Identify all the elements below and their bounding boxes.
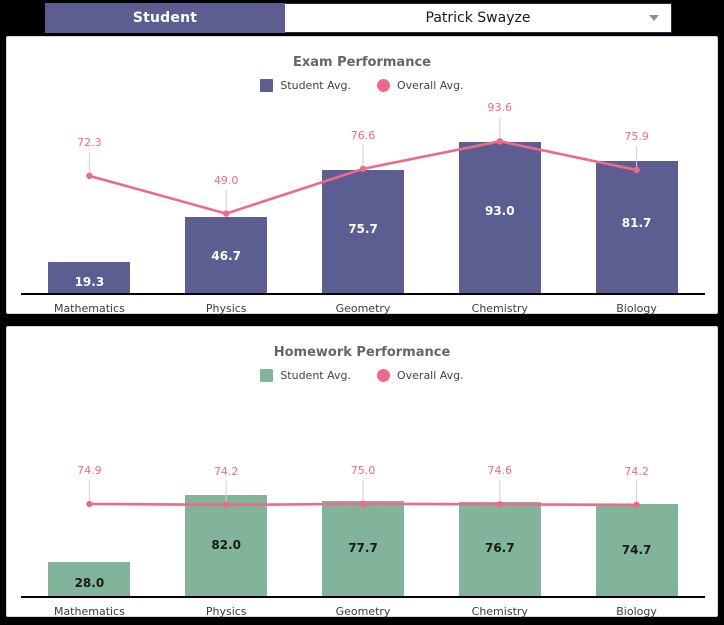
line-value-label: 74.9 [77, 463, 102, 477]
legend-item-student-avg: Student Avg. [260, 369, 351, 382]
exam-plot-area: 19.3 Mathematics 46.7 Physics 75.7 Geometry 93… [21, 101, 705, 315]
exam-chart-legend: Student Avg. Overall Avg. [7, 79, 717, 92]
x-axis-label: Geometry [335, 302, 391, 315]
x-axis-label: Geometry [335, 605, 391, 618]
x-axis-label: Chemistry [471, 302, 528, 315]
line-value-label: 75.9 [624, 129, 649, 143]
exam-chart-title: Exam Performance [293, 55, 431, 70]
homework-plot-area: 28.0 Mathematics 82.0 Physics 77.7 Geometry 76… [21, 397, 705, 618]
x-axis-label: Biology [616, 302, 657, 315]
line-value-label: 74.6 [487, 464, 513, 478]
legend-circle-icon [376, 79, 390, 92]
dashboard-root: Student Patrick Swayze Exam Performance … [0, 0, 724, 625]
homework-performance-card: Homework Performance Student Avg. Overal… [6, 326, 718, 618]
line-value-label: 74.2 [213, 464, 239, 478]
student-dropdown[interactable]: Patrick Swayze [285, 3, 672, 33]
x-axis-label: Mathematics [53, 605, 125, 618]
legend-circle-icon [376, 369, 390, 382]
legend-item-overall-avg: Overall Avg. [376, 79, 464, 92]
student-slicer: Student Patrick Swayze [45, 3, 672, 33]
legend-square-icon [260, 369, 274, 382]
line-value-label: 72.3 [77, 135, 102, 149]
x-axis-label: Mathematics [53, 302, 125, 315]
line-value-label: 49.0 [213, 173, 239, 187]
legend-item-student-avg: Student Avg. [260, 79, 351, 92]
legend-item-overall-avg: Overall Avg. [376, 369, 464, 382]
line-value-label: 74.2 [624, 464, 649, 478]
homework-chart-title: Homework Performance [273, 345, 451, 360]
slicer-label: Student [45, 3, 285, 33]
x-axis-label: Physics [205, 605, 247, 618]
overall-average-line [86, 479, 640, 509]
exam-performance-card: Exam Performance Student Avg. Overall Av… [6, 36, 718, 315]
legend-label-overall-avg: Overall Avg. [396, 79, 464, 92]
legend-label-student-avg: Student Avg. [280, 369, 351, 382]
legend-label-overall-avg: Overall Avg. [396, 369, 464, 382]
line-value-label: 93.6 [487, 101, 513, 115]
line-value-label: 76.6 [350, 128, 376, 142]
legend-square-icon [260, 79, 274, 92]
chevron-down-icon[interactable] [649, 15, 659, 21]
x-axis-label: Biology [616, 605, 657, 618]
homework-chart-legend: Student Avg. Overall Avg. [7, 369, 717, 382]
x-axis-label: Physics [205, 302, 247, 315]
student-dropdown-value: Patrick Swayze [425, 10, 531, 26]
line-value-label: 75.0 [350, 463, 376, 477]
x-axis-label: Chemistry [471, 605, 528, 618]
legend-label-student-avg: Student Avg. [280, 79, 351, 92]
